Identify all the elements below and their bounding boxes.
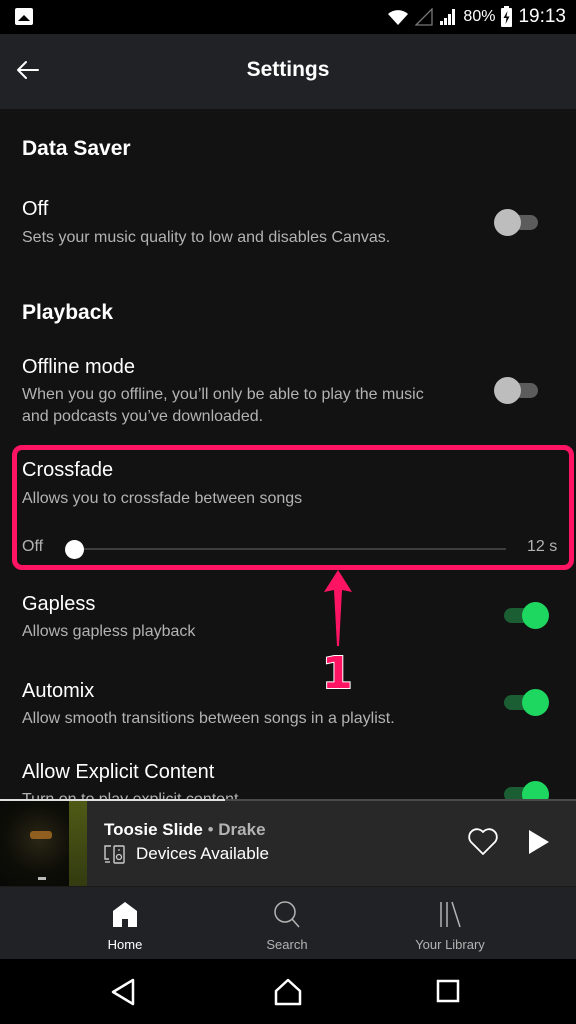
annotation-arrow-icon <box>324 570 352 646</box>
explicit-content-toggle[interactable] <box>504 780 550 799</box>
nav-item-your-library[interactable]: Your Library <box>375 887 525 960</box>
setting-description: and podcasts you’ve downloaded. <box>22 408 264 425</box>
page-title: Settings <box>246 58 330 81</box>
status-bar: 80% 19:13 <box>0 0 576 34</box>
nav-item-search[interactable]: Search <box>212 887 362 960</box>
track-title: Toosie Slide <box>104 820 203 839</box>
gapless-toggle[interactable] <box>504 601 550 629</box>
no-signal-icon <box>415 8 434 26</box>
setting-title: Allow Explicit Content <box>22 761 215 783</box>
nav-back-icon[interactable] <box>110 977 136 1007</box>
section-title-playback: Playback <box>22 301 114 324</box>
heart-outline-icon[interactable] <box>467 827 499 857</box>
now-playing-title[interactable]: Toosie Slide • Drake <box>104 820 266 840</box>
cell-signal-icon <box>440 9 456 25</box>
offline-mode-toggle[interactable] <box>494 376 540 404</box>
battery-percent: 80% <box>463 8 496 25</box>
nav-recents-icon[interactable] <box>435 977 461 1007</box>
album-art[interactable] <box>0 801 87 886</box>
annotation-highlight-box <box>12 445 574 570</box>
nav-item-home[interactable]: Home <box>50 887 200 960</box>
home-icon <box>113 902 137 927</box>
nav-home-icon[interactable] <box>273 977 303 1007</box>
title-separator: • <box>202 820 219 839</box>
setting-description: Sets your music quality to low and disab… <box>22 229 391 246</box>
devices-icon <box>104 845 125 864</box>
mini-player[interactable]: Toosie Slide • Drake Devices Available <box>0 799 576 886</box>
setting-title: Offline mode <box>22 356 136 378</box>
battery-charging-icon <box>501 5 513 27</box>
data-saver-toggle[interactable] <box>494 208 540 236</box>
track-artist: Drake <box>218 820 266 839</box>
app-bar: Settings <box>0 34 576 109</box>
setting-title: Automix <box>22 680 95 702</box>
settings-list[interactable]: Data Saver Off Sets your music quality t… <box>0 109 576 799</box>
setting-description: Turn on to play explicit content <box>22 789 238 799</box>
nav-label: Your Library <box>415 937 485 952</box>
library-icon <box>440 901 461 928</box>
nav-label: Search <box>266 937 308 952</box>
search-icon <box>274 901 300 928</box>
clock: 19:13 <box>518 6 566 27</box>
automix-toggle[interactable] <box>504 688 550 716</box>
section-title-data-saver: Data Saver <box>22 137 131 160</box>
annotation-step-number: 1 <box>321 647 354 700</box>
image-notification-icon <box>15 8 33 25</box>
wifi-icon <box>388 10 409 25</box>
play-icon[interactable] <box>527 828 551 856</box>
devices-available-label: Devices Available <box>136 844 269 863</box>
setting-description: Allows gapless playback <box>22 623 196 640</box>
nav-label: Home <box>107 937 143 952</box>
setting-description: Allow smooth transitions between songs i… <box>22 710 395 727</box>
setting-description: When you go offline, you’ll only be able… <box>22 386 424 403</box>
devices-available-button[interactable]: Devices Available <box>104 844 269 864</box>
setting-title: Gapless <box>22 593 96 615</box>
bottom-navigation: Home Search Your Library <box>0 886 576 959</box>
system-navigation-bar <box>0 959 576 1024</box>
setting-title: Off <box>22 198 49 220</box>
